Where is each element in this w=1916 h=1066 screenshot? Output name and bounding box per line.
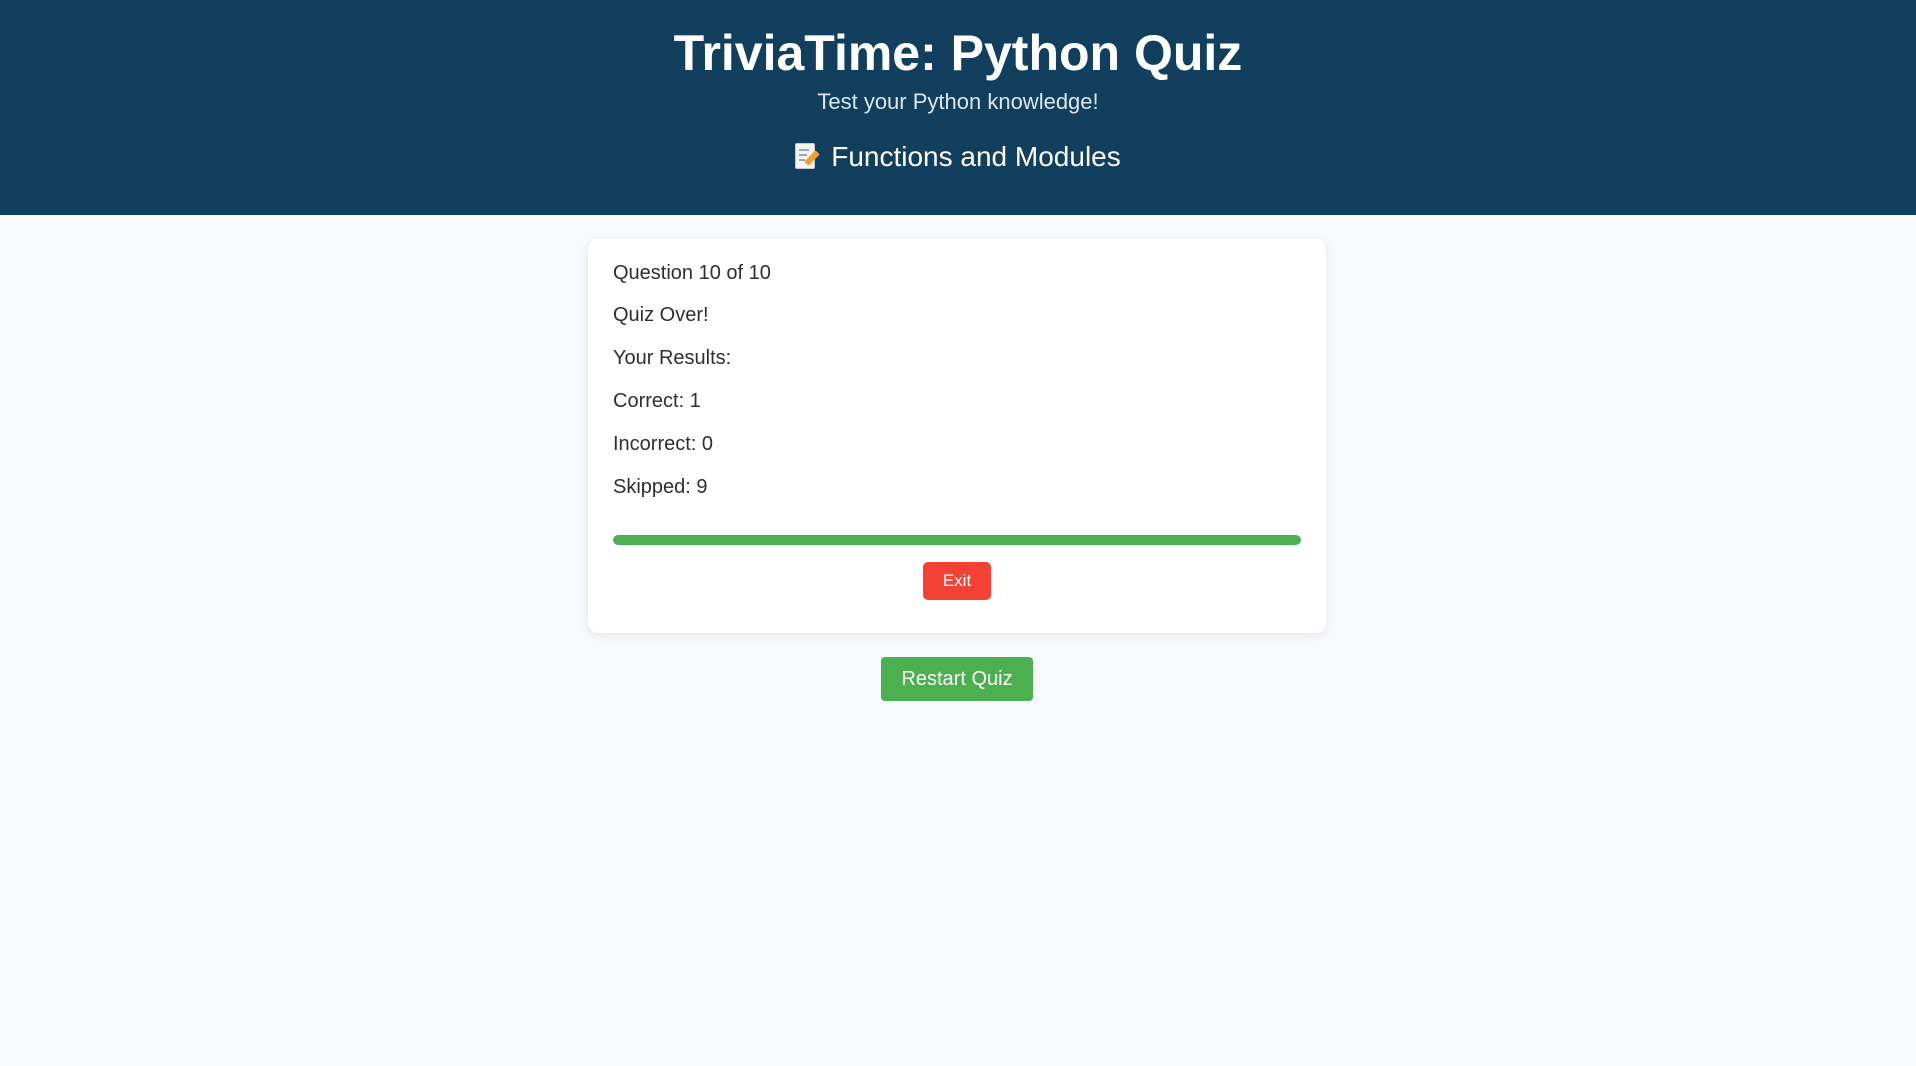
progress-bar	[613, 535, 1301, 545]
page-header: TriviaTime: Python Quiz Test your Python…	[0, 0, 1916, 215]
quiz-status: Quiz Over!	[613, 304, 709, 326]
correct-count: Correct: 1	[613, 390, 701, 412]
topic-label: Functions and Modules	[831, 141, 1121, 172]
skipped-count: Skipped: 9	[613, 476, 708, 498]
results-card: Question 10 of 10 Quiz Over! Your Result…	[588, 239, 1326, 633]
page-subtitle: Test your Python knowledge!	[817, 89, 1099, 114]
progress-bar-fill	[613, 535, 1301, 545]
question-counter: Question 10 of 10	[613, 262, 771, 284]
memo-pencil-icon	[795, 143, 821, 171]
exit-button[interactable]: Exit	[923, 562, 991, 600]
page-title: TriviaTime: Python Quiz	[673, 25, 1243, 81]
incorrect-count: Incorrect: 0	[613, 433, 714, 455]
topic-heading: Functions and Modules	[0, 140, 1916, 174]
results-heading: Your Results:	[613, 347, 732, 369]
restart-quiz-button[interactable]: Restart Quiz	[881, 657, 1033, 701]
